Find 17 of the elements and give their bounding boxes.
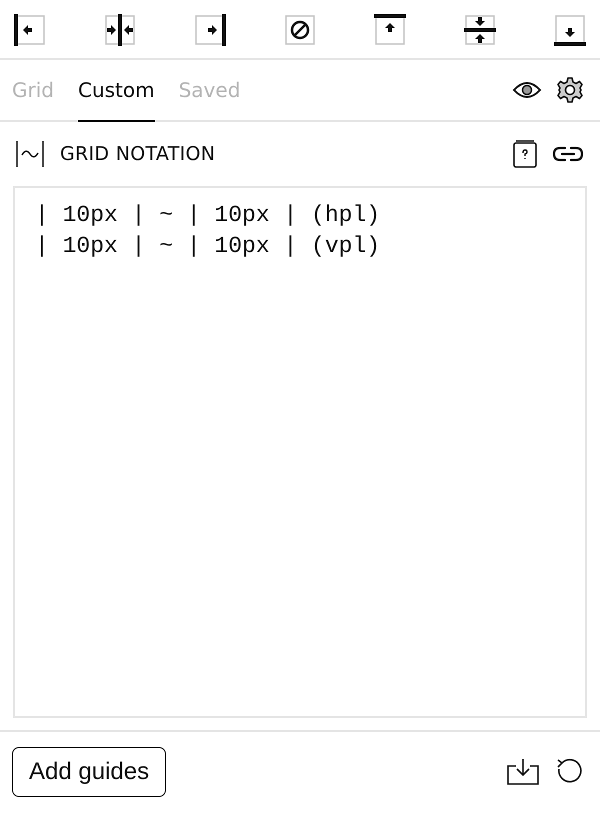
notation-icon (14, 140, 46, 168)
eye-icon[interactable] (512, 80, 542, 100)
add-guides-button[interactable]: Add guides (12, 747, 166, 797)
help-book-icon[interactable] (512, 139, 538, 169)
notation-field[interactable]: | 10px | ~ | 10px | (hpl) | 10px | ~ | 10px | (vpl) (13, 186, 587, 718)
settings-icon[interactable] (556, 76, 584, 104)
align-center-horizontal-icon[interactable] (463, 13, 497, 47)
align-bottom-icon[interactable] (553, 13, 587, 47)
align-center-vertical-icon[interactable] (103, 13, 137, 47)
download-icon[interactable] (506, 758, 540, 786)
clear-icon[interactable] (283, 13, 317, 47)
align-left-icon[interactable] (13, 13, 47, 47)
section-title: GRID NOTATION (60, 143, 216, 165)
align-top-icon[interactable] (373, 13, 407, 47)
link-icon[interactable] (552, 144, 584, 164)
align-right-icon[interactable] (193, 13, 227, 47)
tab[interactable]: Custom (78, 60, 155, 122)
